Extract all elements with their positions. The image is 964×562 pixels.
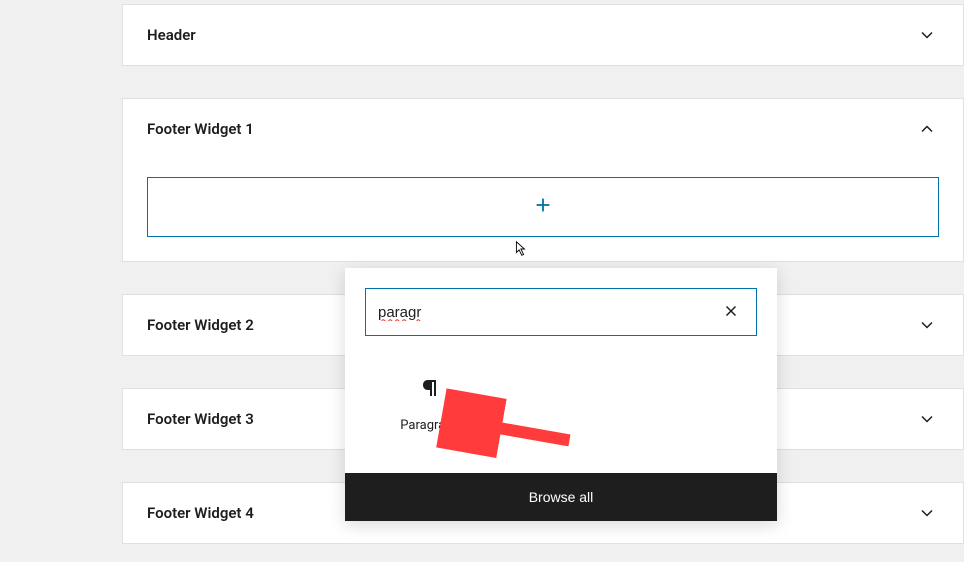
search-input[interactable]: [378, 304, 718, 321]
panel-title: Header: [147, 26, 196, 44]
panel-title: Footer Widget 2: [147, 316, 254, 334]
widget-area-panel-footer-1[interactable]: Footer Widget 1: [122, 98, 964, 262]
plus-icon: [532, 194, 554, 220]
panel-title: Footer Widget 3: [147, 410, 254, 428]
add-block-button[interactable]: [147, 177, 939, 237]
clear-search-button[interactable]: [718, 298, 744, 327]
paragraph-icon: [418, 376, 442, 404]
panel-title: Footer Widget 4: [147, 504, 254, 522]
mouse-cursor-icon: [511, 240, 529, 260]
search-box: [365, 288, 757, 336]
close-icon: [722, 308, 740, 323]
chevron-down-icon: [915, 501, 939, 525]
chevron-down-icon: [915, 23, 939, 47]
chevron-up-icon: [915, 117, 939, 141]
browse-all-button[interactable]: Browse all: [345, 473, 777, 521]
panel-title: Footer Widget 1: [147, 120, 254, 138]
chevron-down-icon: [915, 407, 939, 431]
block-inserter-popover: Paragraph Browse all: [345, 268, 777, 521]
chevron-down-icon: [915, 313, 939, 337]
widget-area-panel-header[interactable]: Header: [122, 4, 964, 66]
